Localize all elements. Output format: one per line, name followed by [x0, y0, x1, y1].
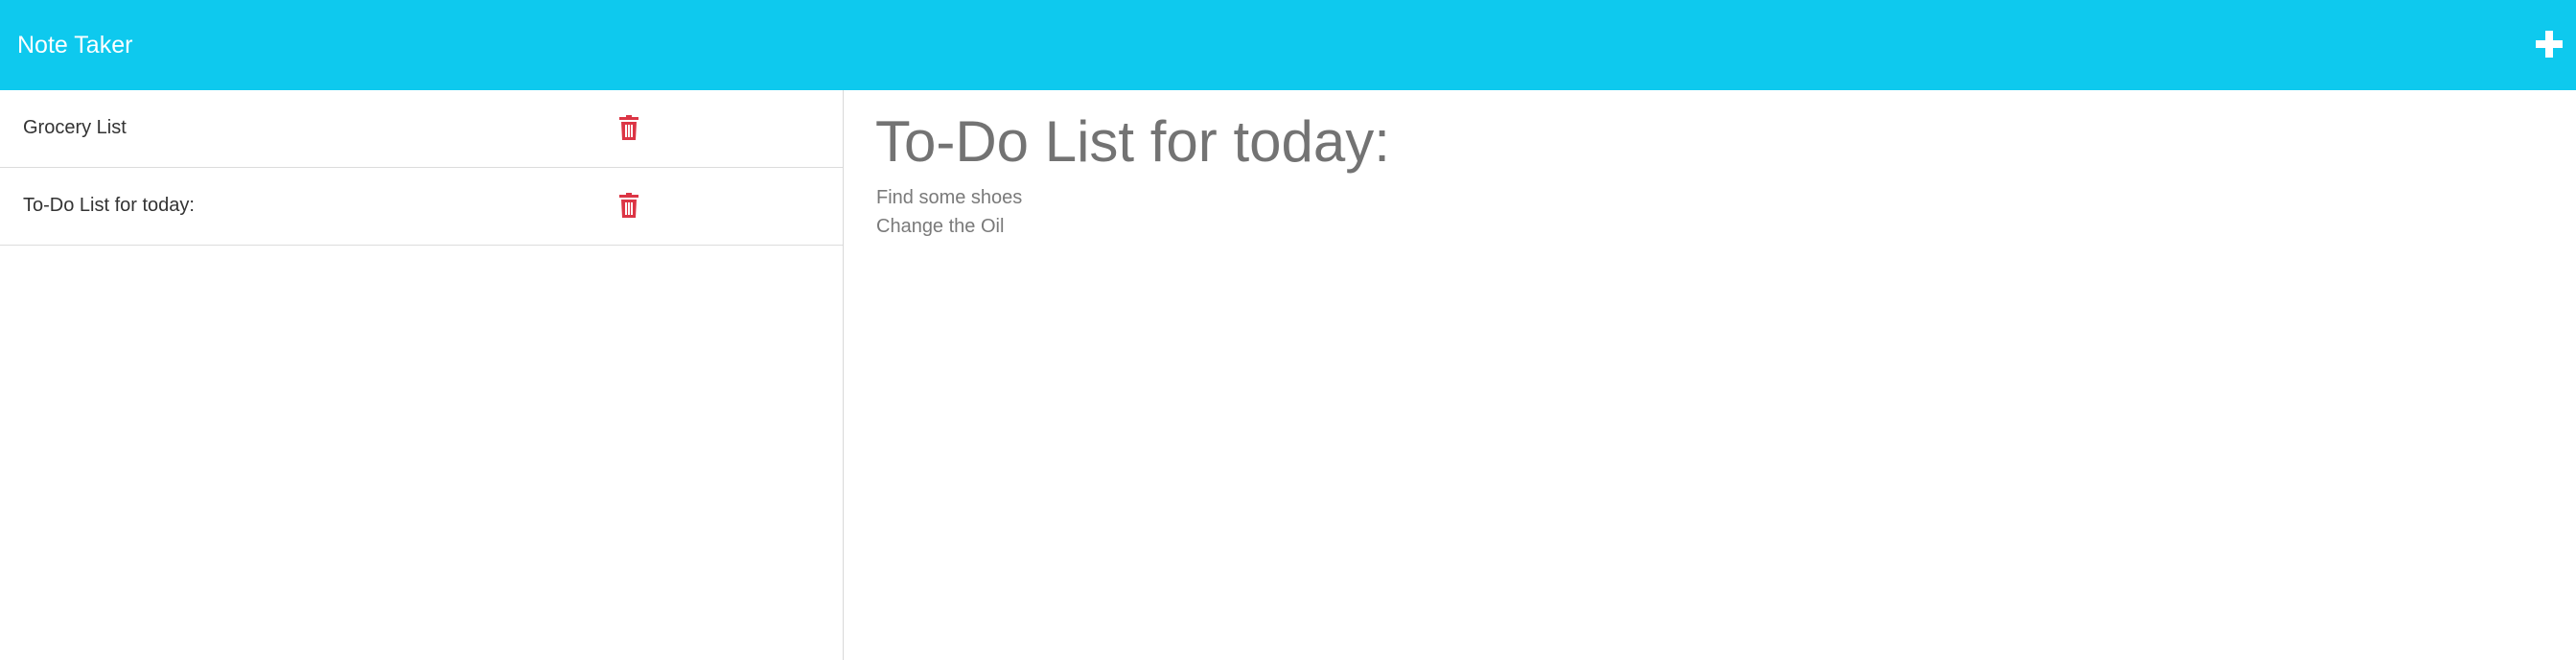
- note-list-item[interactable]: Grocery List: [0, 90, 843, 168]
- note-editor: To-Do List for today: Find some shoes Ch…: [844, 90, 2576, 660]
- new-note-button[interactable]: [2530, 25, 2568, 63]
- trash-icon[interactable]: [618, 115, 639, 140]
- trash-icon[interactable]: [618, 193, 639, 218]
- note-title-field[interactable]: To-Do List for today:: [875, 102, 1390, 182]
- navbar: Note Taker: [0, 0, 2576, 90]
- note-list-item-title: To-Do List for today:: [23, 195, 195, 216]
- note-text-line: Change the Oil: [876, 216, 1005, 237]
- note-text-area[interactable]: Find some shoes Change the Oil: [876, 183, 1022, 241]
- note-text-line: Find some shoes: [876, 187, 1023, 208]
- plus-icon: [2536, 31, 2563, 58]
- note-list-item[interactable]: To-Do List for today:: [0, 168, 843, 246]
- note-list-item-title: Grocery List: [23, 117, 127, 138]
- app-brand[interactable]: Note Taker: [17, 29, 132, 61]
- note-list: Grocery List To-Do List for today:: [0, 90, 844, 660]
